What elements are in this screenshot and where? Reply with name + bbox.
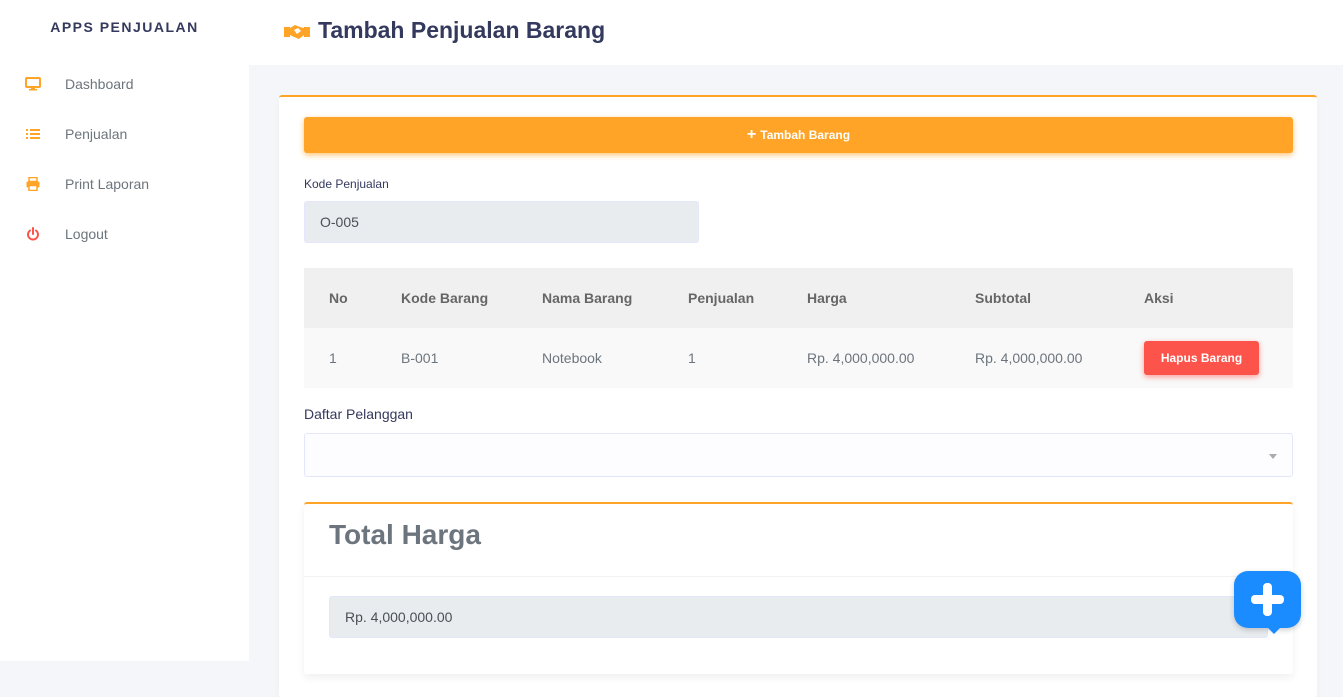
sidebar-item-label: Logout bbox=[65, 226, 108, 242]
cell-kode-barang: B-001 bbox=[401, 350, 439, 366]
cell-no: 1 bbox=[329, 350, 337, 366]
kode-penjualan-label: Kode Penjualan bbox=[304, 177, 389, 191]
table-row: 1 B-001 Notebook 1 Rp. 4,000,000.00 Rp. … bbox=[304, 328, 1293, 388]
col-penjualan: Penjualan bbox=[688, 290, 755, 306]
print-icon bbox=[25, 176, 41, 192]
plus-icon bbox=[1249, 581, 1286, 623]
col-no: No bbox=[329, 290, 348, 306]
col-kode-barang: Kode Barang bbox=[401, 290, 489, 306]
total-title: Total Harga bbox=[329, 519, 481, 550]
divider bbox=[304, 576, 1293, 577]
page-title: Tambah Penjualan Barang bbox=[318, 17, 606, 43]
total-card: Total Harga bbox=[304, 502, 1293, 674]
total-harga-field: Rp. 4,000,000.00 bbox=[329, 596, 1268, 638]
cell-penjualan: 1 bbox=[688, 350, 696, 366]
add-item-button[interactable]: + Tambah Barang bbox=[304, 117, 1293, 153]
chat-bubble-tail bbox=[1264, 624, 1284, 634]
sidebar-item-label: Print Laporan bbox=[65, 176, 150, 192]
kode-penjualan-input: O-005 bbox=[304, 201, 699, 243]
plus-icon: + bbox=[746, 126, 757, 143]
desktop-icon bbox=[25, 76, 41, 92]
handshake-icon bbox=[283, 22, 311, 47]
brand-title: APPS PENJUALAN bbox=[50, 19, 199, 35]
sidebar-item-print-laporan[interactable]: Print Laporan bbox=[0, 164, 249, 204]
sidebar-item-label: Penjualan bbox=[65, 126, 128, 142]
col-nama-barang: Nama Barang bbox=[542, 290, 633, 306]
chat-button[interactable] bbox=[1234, 571, 1301, 634]
col-subtotal: Subtotal bbox=[975, 290, 1031, 306]
cell-subtotal: Rp. 4,000,000.00 bbox=[975, 350, 1083, 366]
table-header: No Kode Barang Nama Barang Penjualan Har… bbox=[304, 268, 1293, 328]
col-harga: Harga bbox=[807, 290, 847, 306]
sidebar-item-logout[interactable]: Logout bbox=[0, 214, 249, 254]
sidebar-item-penjualan[interactable]: Penjualan bbox=[0, 114, 249, 154]
cell-nama-barang: Notebook bbox=[542, 350, 602, 366]
pelanggan-label: Daftar Pelanggan bbox=[304, 406, 413, 422]
list-icon bbox=[25, 126, 41, 142]
sidebar: APPS PENJUALAN Dashboard Penjualan Print… bbox=[0, 0, 249, 661]
pelanggan-select[interactable] bbox=[304, 433, 1293, 477]
col-aksi: Aksi bbox=[1144, 290, 1174, 306]
caret-down-icon bbox=[1269, 454, 1277, 459]
sidebar-item-label: Dashboard bbox=[65, 76, 134, 92]
cell-harga: Rp. 4,000,000.00 bbox=[807, 350, 915, 366]
kode-penjualan-value: O-005 bbox=[320, 214, 359, 230]
power-icon bbox=[25, 226, 41, 242]
top-header: Tambah Penjualan Barang bbox=[249, 0, 1343, 65]
add-item-button-label: Tambah Barang bbox=[760, 128, 851, 142]
sidebar-item-dashboard[interactable]: Dashboard bbox=[0, 64, 249, 104]
delete-item-button[interactable]: Hapus Barang bbox=[1144, 341, 1259, 375]
total-harga-value: Rp. 4,000,000.00 bbox=[345, 609, 453, 625]
